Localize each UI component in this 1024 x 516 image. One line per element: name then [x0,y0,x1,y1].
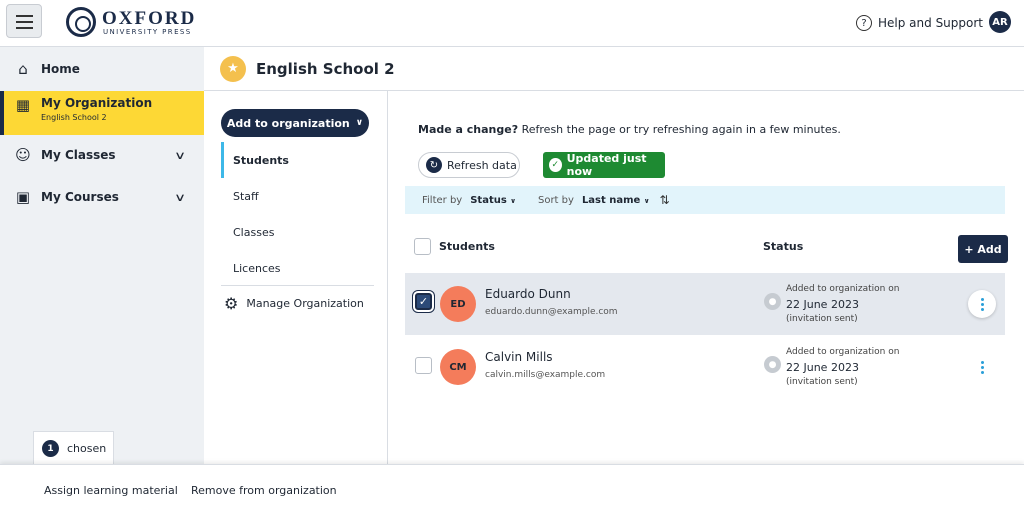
courses-icon: ▣ [15,188,31,206]
add-student-button[interactable]: + Add [958,235,1008,263]
school-icon: ★ [220,55,246,82]
filter-status-dropdown[interactable]: Status ∨ [470,195,516,206]
refresh-label: Refresh data [447,158,517,172]
student-initials-avatar: CM [440,349,476,385]
organization-icon: ▦ [15,96,31,114]
sidebar: ⌂ Home ▦ My Organization English School … [0,47,204,464]
sort-last-name-dropdown[interactable]: Last name ∨ [582,195,650,206]
subnav-item-classes[interactable]: Classes [221,214,371,250]
subnav-item-staff[interactable]: Staff [221,178,371,214]
refresh-notice: Made a change? Refresh the page or try r… [418,123,841,136]
students-panel: Made a change? Refresh the page or try r… [388,91,1024,464]
notice-text: Refresh the page or try refreshing again… [518,123,841,136]
logo-sub: UNIVERSITY PRESS [103,28,192,36]
filter-sort-bar: Filter by Status ∨ Sort by Last name ∨ ⇅ [405,186,1005,214]
chevron-down-icon: ∨ [510,196,516,205]
organization-subnav: Add to organization ∨ Students Staff Cla… [204,91,388,464]
help-and-support-link[interactable]: ? Help and Support [856,14,983,32]
chosen-count-tab[interactable]: 1 chosen [33,431,114,465]
select-all-checkbox[interactable] [414,238,431,255]
sidebar-item-home[interactable]: ⌂ Home [0,49,204,89]
kebab-icon [980,297,984,301]
classes-icon: ☺ [15,146,31,164]
assign-learning-material-button[interactable]: Assign learning material [44,484,178,497]
notice-bold: Made a change? [418,123,519,136]
sort-label: Sort by [537,194,574,206]
sidebar-item-label: My Classes [41,148,116,162]
row-more-options-button[interactable] [968,290,996,318]
bulk-action-bar: Assign learning material Remove from org… [0,464,1024,516]
chosen-label: chosen [67,442,107,455]
chosen-count-badge: 1 [42,440,59,457]
gear-icon: ⚙ [224,293,239,313]
sidebar-item-my-courses[interactable]: ▣ My Courses ∨ [0,177,204,217]
row-more-options-button[interactable] [968,353,996,381]
divider [221,285,374,286]
question-icon: ? [856,15,872,31]
add-to-organization-button[interactable]: Add to organization ∨ [221,109,369,137]
user-pending-icon: ● [764,293,781,310]
row-checkbox[interactable]: ✓ [415,293,432,310]
user-pending-icon: ● [764,356,781,373]
manage-organization-label: Manage Organization [246,296,364,310]
sidebar-item-my-organization[interactable]: ▦ My Organization English School 2 [0,91,204,135]
subnav-item-students[interactable]: Students [221,142,371,178]
column-header-students: Students [439,240,495,253]
home-icon: ⌂ [18,60,28,78]
sidebar-item-label: My Organization [41,96,153,110]
updated-status-badge: ✓ Updated just now [543,152,665,178]
student-name[interactable]: Eduardo Dunn [485,287,571,301]
hamburger-icon [16,15,33,17]
remove-from-organization-button[interactable]: Remove from organization [191,484,337,497]
filter-label: Filter by [422,194,463,206]
updated-label: Updated just now [566,152,647,178]
logo-word: OXFORD [102,8,197,29]
subnav-item-licences[interactable]: Licences [221,250,371,286]
user-avatar[interactable]: AR [989,11,1011,33]
menu-button[interactable] [6,4,42,38]
page-title: English School 2 [256,59,395,78]
organization-header: ★ English School 2 [204,47,1024,91]
sidebar-item-sublabel: English School 2 [41,113,107,122]
student-email: calvin.mills@example.com [485,370,606,380]
chevron-down-icon: ∨ [643,196,650,205]
student-email: eduardo.dunn@example.com [485,307,618,317]
row-checkbox[interactable] [415,357,432,374]
sidebar-item-my-classes[interactable]: ☺ My Classes ∨ [0,135,204,175]
kebab-icon [980,360,984,364]
chevron-down-icon[interactable]: ∨ [174,149,186,162]
chevron-down-icon: ∨ [355,118,364,128]
sidebar-item-label: Home [41,62,80,76]
manage-organization-link[interactable]: ⚙ Manage Organization [224,293,364,313]
column-header-status: Status [763,240,804,253]
table-header: Students Status + Add [405,234,1008,263]
logo-mark-icon [66,7,96,37]
status-text: Added to organization on 22 June 2023 (i… [786,284,900,324]
refresh-data-button[interactable]: ↻ Refresh data [418,152,520,178]
check-circle-icon: ✓ [549,158,562,172]
refresh-icon: ↻ [426,157,442,173]
student-name[interactable]: Calvin Mills [485,350,553,364]
add-to-organization-label: Add to organization [226,116,350,130]
table-row[interactable]: ✓ ED Eduardo Dunn eduardo.dunn@example.c… [405,273,1005,335]
top-bar: OXFORD UNIVERSITY PRESS ? Help and Suppo… [0,0,1024,47]
sort-order-icon[interactable]: ⇅ [660,193,670,207]
chevron-down-icon[interactable]: ∨ [174,191,186,204]
table-row[interactable]: CM Calvin Mills calvin.mills@example.com… [405,336,1005,398]
status-text: Added to organization on 22 June 2023 (i… [786,347,900,387]
student-initials-avatar: ED [440,286,476,322]
help-label: Help and Support [878,16,983,30]
sidebar-item-label: My Courses [41,190,119,204]
